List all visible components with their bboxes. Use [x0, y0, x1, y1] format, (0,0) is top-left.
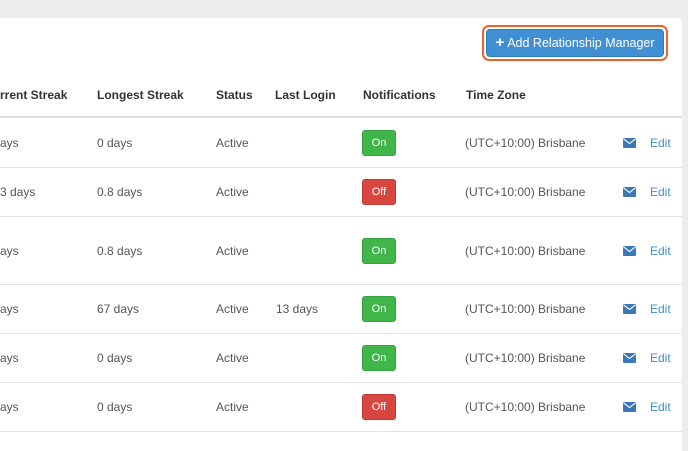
cell-time-zone: (UTC+10:00) Brisbane	[465, 400, 586, 414]
header-current-streak[interactable]: rrent Streak	[0, 88, 67, 102]
cell-status: Active	[216, 185, 249, 199]
cell-time-zone: (UTC+10:00) Brisbane	[465, 243, 586, 258]
edit-link[interactable]: Edit	[650, 185, 671, 199]
cell-current-streak: ays	[0, 302, 19, 316]
cell-time-zone: (UTC+10:00) Brisbane	[465, 302, 586, 316]
cell-longest-streak: 0 days	[97, 351, 133, 365]
cell-longest-streak: 0 days	[97, 400, 133, 414]
notifications-toggle[interactable]: On	[362, 296, 396, 322]
envelope-icon[interactable]	[623, 245, 636, 256]
cell-status: Active	[216, 302, 249, 316]
cell-current-streak: 3 days	[0, 185, 36, 199]
envelope-icon[interactable]	[623, 187, 636, 197]
cell-current-streak: ays	[0, 351, 19, 365]
table-row: ays 67 days Active 13 days On (UTC+10:00) Bri…	[0, 285, 682, 334]
cell-current-streak: ays	[0, 243, 19, 258]
cell-last-login: 13 days	[276, 302, 319, 316]
envelope-icon[interactable]	[623, 137, 636, 148]
notifications-toggle[interactable]: Off	[362, 394, 396, 420]
notifications-toggle[interactable]: On	[362, 345, 396, 371]
header-last-login[interactable]: Last Login	[275, 88, 336, 102]
cell-status: Active	[216, 400, 249, 414]
table-row: ays 0 days Active Off (UTC+10:00) Brisbane Ed…	[0, 383, 682, 432]
notifications-toggle[interactable]: Off	[362, 179, 396, 205]
plus-icon: +	[495, 34, 505, 51]
envelope-icon[interactable]	[623, 304, 636, 314]
cell-time-zone: (UTC+10:00) Brisbane	[465, 185, 586, 199]
envelope-icon[interactable]	[623, 353, 636, 363]
cell-longest-streak: 67 days	[97, 302, 140, 316]
cell-longest-streak: 0.8 days	[97, 185, 143, 199]
edit-link[interactable]: Edit	[650, 136, 671, 150]
table-row: 3 days 0.8 days Active Off (UTC+10:00) Brisb…	[0, 168, 682, 217]
cell-status: Active	[216, 243, 249, 258]
cell-longest-streak: 0 days	[97, 135, 133, 150]
cell-time-zone: (UTC+10:00) Brisbane	[465, 351, 586, 365]
table-row: ays 0 days Active On (UTC+10:00) Brisbane Edi…	[0, 334, 682, 383]
cell-current-streak: ays	[0, 135, 19, 150]
cell-longest-streak: 0.8 days	[97, 243, 143, 258]
envelope-icon[interactable]	[623, 402, 636, 412]
add-button-focus-ring: + Add Relationship Manager	[482, 25, 668, 61]
edit-link[interactable]: Edit	[650, 351, 671, 365]
add-button-label: Add Relationship Manager	[507, 36, 655, 50]
cell-time-zone: (UTC+10:00) Brisbane	[465, 135, 586, 150]
edit-link[interactable]: Edit	[650, 244, 671, 258]
notifications-toggle[interactable]: On	[362, 129, 396, 156]
header-notifications[interactable]: Notifications	[363, 88, 436, 102]
table-row: ays 0.8 days Active On (UTC+10:00) Brisbane E…	[0, 217, 682, 285]
main-panel: + Add Relationship Manager rrent Streak …	[0, 18, 682, 451]
cell-status: Active	[216, 351, 249, 365]
header-longest-streak[interactable]: Longest Streak	[97, 88, 184, 102]
table-row: ays 0 days Active On (UTC+10:00) Brisbane Edi…	[0, 118, 682, 168]
edit-link[interactable]: Edit	[650, 400, 671, 414]
edit-link[interactable]: Edit	[650, 302, 671, 316]
notifications-toggle[interactable]: On	[362, 237, 396, 264]
header-time-zone[interactable]: Time Zone	[466, 88, 526, 102]
header-status[interactable]: Status	[216, 88, 253, 102]
cell-status: Active	[216, 135, 249, 150]
add-relationship-manager-button[interactable]: + Add Relationship Manager	[486, 29, 664, 57]
cell-current-streak: ays	[0, 400, 19, 414]
